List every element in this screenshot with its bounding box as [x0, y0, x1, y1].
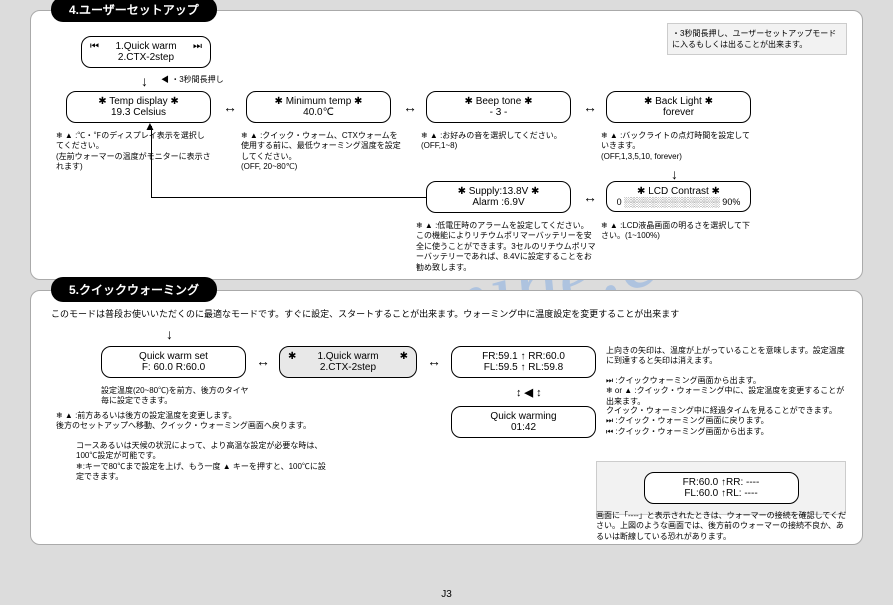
- arrow-right-icon: ↔: [223, 99, 237, 115]
- err-line2: FL:60.0 ↑RL: ----: [653, 488, 790, 499]
- qw-set-desc3: コースあるいは天候の状況によって、より高温な設定が必要な時は、100℃設定が可能…: [76, 441, 326, 483]
- hold-label: ◀ ・3秒間長押し: [161, 75, 224, 85]
- arrow-down-icon: ↓: [141, 73, 148, 89]
- timer-box: Quick warming 01:42: [451, 406, 596, 438]
- arrow-down-icon-2: ↓: [671, 166, 678, 182]
- supply-line1: ✱ Supply:13.8V ✱: [435, 186, 562, 197]
- min-temp-header: ✱ Minimum temp ✱: [255, 96, 382, 107]
- hold-note: ・3秒間長押し、ユーザーセットアップモードに入るもしくは出ることが出来ます。: [667, 23, 847, 55]
- min-temp-value: 40.0℃: [255, 107, 382, 118]
- arrow-bidir-icon: ↕ ◀ ↕: [516, 386, 542, 399]
- supply-desc: ❄ ▲ :低電圧時のアラームを設定してください。この機能によりリチウムポリマーバ…: [416, 221, 596, 273]
- temps-line1: FR:59.1 ↑ RR:60.0: [460, 351, 587, 362]
- lcd-header: ✱ LCD Contrast ✱: [615, 186, 742, 197]
- arrow-down-icon-3: ↓: [166, 326, 173, 342]
- err-outer: FR:60.0 ↑RR: ---- FL:60.0 ↑RL: ----: [596, 461, 846, 515]
- star-left-icon: ✱: [288, 351, 296, 362]
- backlight-desc: ❄ ▲ :バックライトの点灯時間を設定していきます。 (OFF,1,3,5,10…: [601, 131, 751, 162]
- err-line1: FR:60.0 ↑RR: ----: [653, 477, 790, 488]
- qw-set-header: Quick warm set: [110, 351, 237, 362]
- menu-box-s5: ✱ 1.Quick warm ✱ 2.CTX-2step: [279, 346, 417, 378]
- min-temp-box: ✱ Minimum temp ✱ 40.0℃: [246, 91, 391, 123]
- temp-display-desc: ❄ ▲ :℃・℉のディスプレイ表示を選択してください。 (左前ウォーマーの温度が…: [56, 131, 211, 173]
- qw-set-line2: F: 60.0 R:60.0: [110, 362, 237, 373]
- star-right-icon: ✱: [400, 351, 408, 362]
- temps-desc1: 上向きの矢印は、温度が上がっていることを意味します。設定温度に到達すると矢印は消…: [606, 346, 846, 367]
- arrow-up-icon: ▲: [144, 119, 156, 133]
- temp-display-value: 19.3 Celsius: [75, 107, 202, 118]
- supply-box: ✱ Supply:13.8V ✱ Alarm :6.9V: [426, 181, 571, 213]
- prev-icon: ⏮: [90, 41, 99, 52]
- lcd-box: ✱ LCD Contrast ✱ 0 ░░░░░░░░░░░░░░░ 90%: [606, 181, 751, 212]
- arrow-right-icon-4: ↔: [256, 353, 270, 369]
- section-5-panel: 5.クイックウォーミング このモードは普段お使いいただくのに最適なモードです。す…: [30, 290, 863, 545]
- arrow-right-icon-3: ↔: [583, 99, 597, 115]
- arrow-right-icon-5: ↔: [427, 353, 441, 369]
- beep-header: ✱ Beep tone ✱: [435, 96, 562, 107]
- temps-box: FR:59.1 ↑ RR:60.0 FL:59.5 ↑ RL:59.8: [451, 346, 596, 378]
- temp-display-box: ✱ Temp display ✱ 19.3 Celsius: [66, 91, 211, 123]
- menu-line2: 2.CTX-2step: [118, 52, 174, 63]
- err-desc: 画面に「----」と表示されたときは、ウォーマーの接続を確認してください。上図の…: [596, 511, 851, 542]
- timer-line2: 01:42: [460, 422, 587, 433]
- menu-box-s4: ⏮ 1.Quick warm ⏭ 2.CTX-2step: [81, 36, 211, 68]
- arrow-left-icon: ↔: [583, 189, 597, 205]
- err-box: FR:60.0 ↑RR: ---- FL:60.0 ↑RL: ----: [644, 472, 799, 504]
- arrow-right-icon-2: ↔: [403, 99, 417, 115]
- menu-s5-line2: 2.CTX-2step: [320, 362, 376, 373]
- supply-line2: Alarm :6.9V: [435, 197, 562, 208]
- min-temp-desc: ❄ ▲ :クイック・ウォーム、CTXウォームを使用する前に、最低ウォーミング温度…: [241, 131, 401, 173]
- temps-line2: FL:59.5 ↑ RL:59.8: [460, 362, 587, 373]
- qw-set-desc2: ❄ ▲ :前方あるいは後方の設定温度を変更します。 後方のセットアップへ移動、ク…: [56, 411, 316, 432]
- temp-display-header: ✱ Temp display ✱: [75, 96, 202, 107]
- beep-box: ✱ Beep tone ✱ - 3 -: [426, 91, 571, 123]
- beep-desc: ❄ ▲ :お好みの音を選択してください。 (OFF,1~8): [421, 131, 571, 152]
- temps-desc2: ⏭ :クイックウォーミング画面から出ます。 ❄ or ▲ :クイック・ウォーミン…: [606, 376, 851, 407]
- section-4-title: 4.ユーザーセットアップ: [51, 0, 217, 22]
- lcd-bar: 0 ░░░░░░░░░░░░░░░ 90%: [615, 197, 742, 207]
- menu-s5-line1: 1.Quick warm: [317, 351, 378, 362]
- menu-line1: 1.Quick warm: [115, 41, 176, 52]
- qw-set-desc1: 設定温度(20~80℃)を前方、後方のタイヤ毎に設定できます。: [101, 386, 251, 407]
- backlight-value: forever: [615, 107, 742, 118]
- timer-line1: Quick warming: [460, 411, 587, 422]
- backlight-header: ✱ Back Light ✱: [615, 96, 742, 107]
- qw-set-box: Quick warm set F: 60.0 R:60.0: [101, 346, 246, 378]
- backlight-box: ✱ Back Light ✱ forever: [606, 91, 751, 123]
- beep-value: - 3 -: [435, 107, 562, 118]
- lcd-desc: ❄ ▲ :LCD液晶画面の明るさを選択して下さい。(1~100%): [601, 221, 751, 242]
- section-4-panel: 4.ユーザーセットアップ ・3秒間長押し、ユーザーセットアップモードに入るもしく…: [30, 10, 863, 280]
- section5-intro: このモードは普段お使いいただくのに最適なモードです。すぐに設定、スタートすること…: [51, 309, 831, 321]
- timer-desc: クイック・ウォーミング中に経過タイムを見ることができます。 ⏭ :クイック・ウォ…: [606, 406, 851, 437]
- section-5-title: 5.クイックウォーミング: [51, 277, 217, 302]
- next-icon: ⏭: [193, 41, 202, 52]
